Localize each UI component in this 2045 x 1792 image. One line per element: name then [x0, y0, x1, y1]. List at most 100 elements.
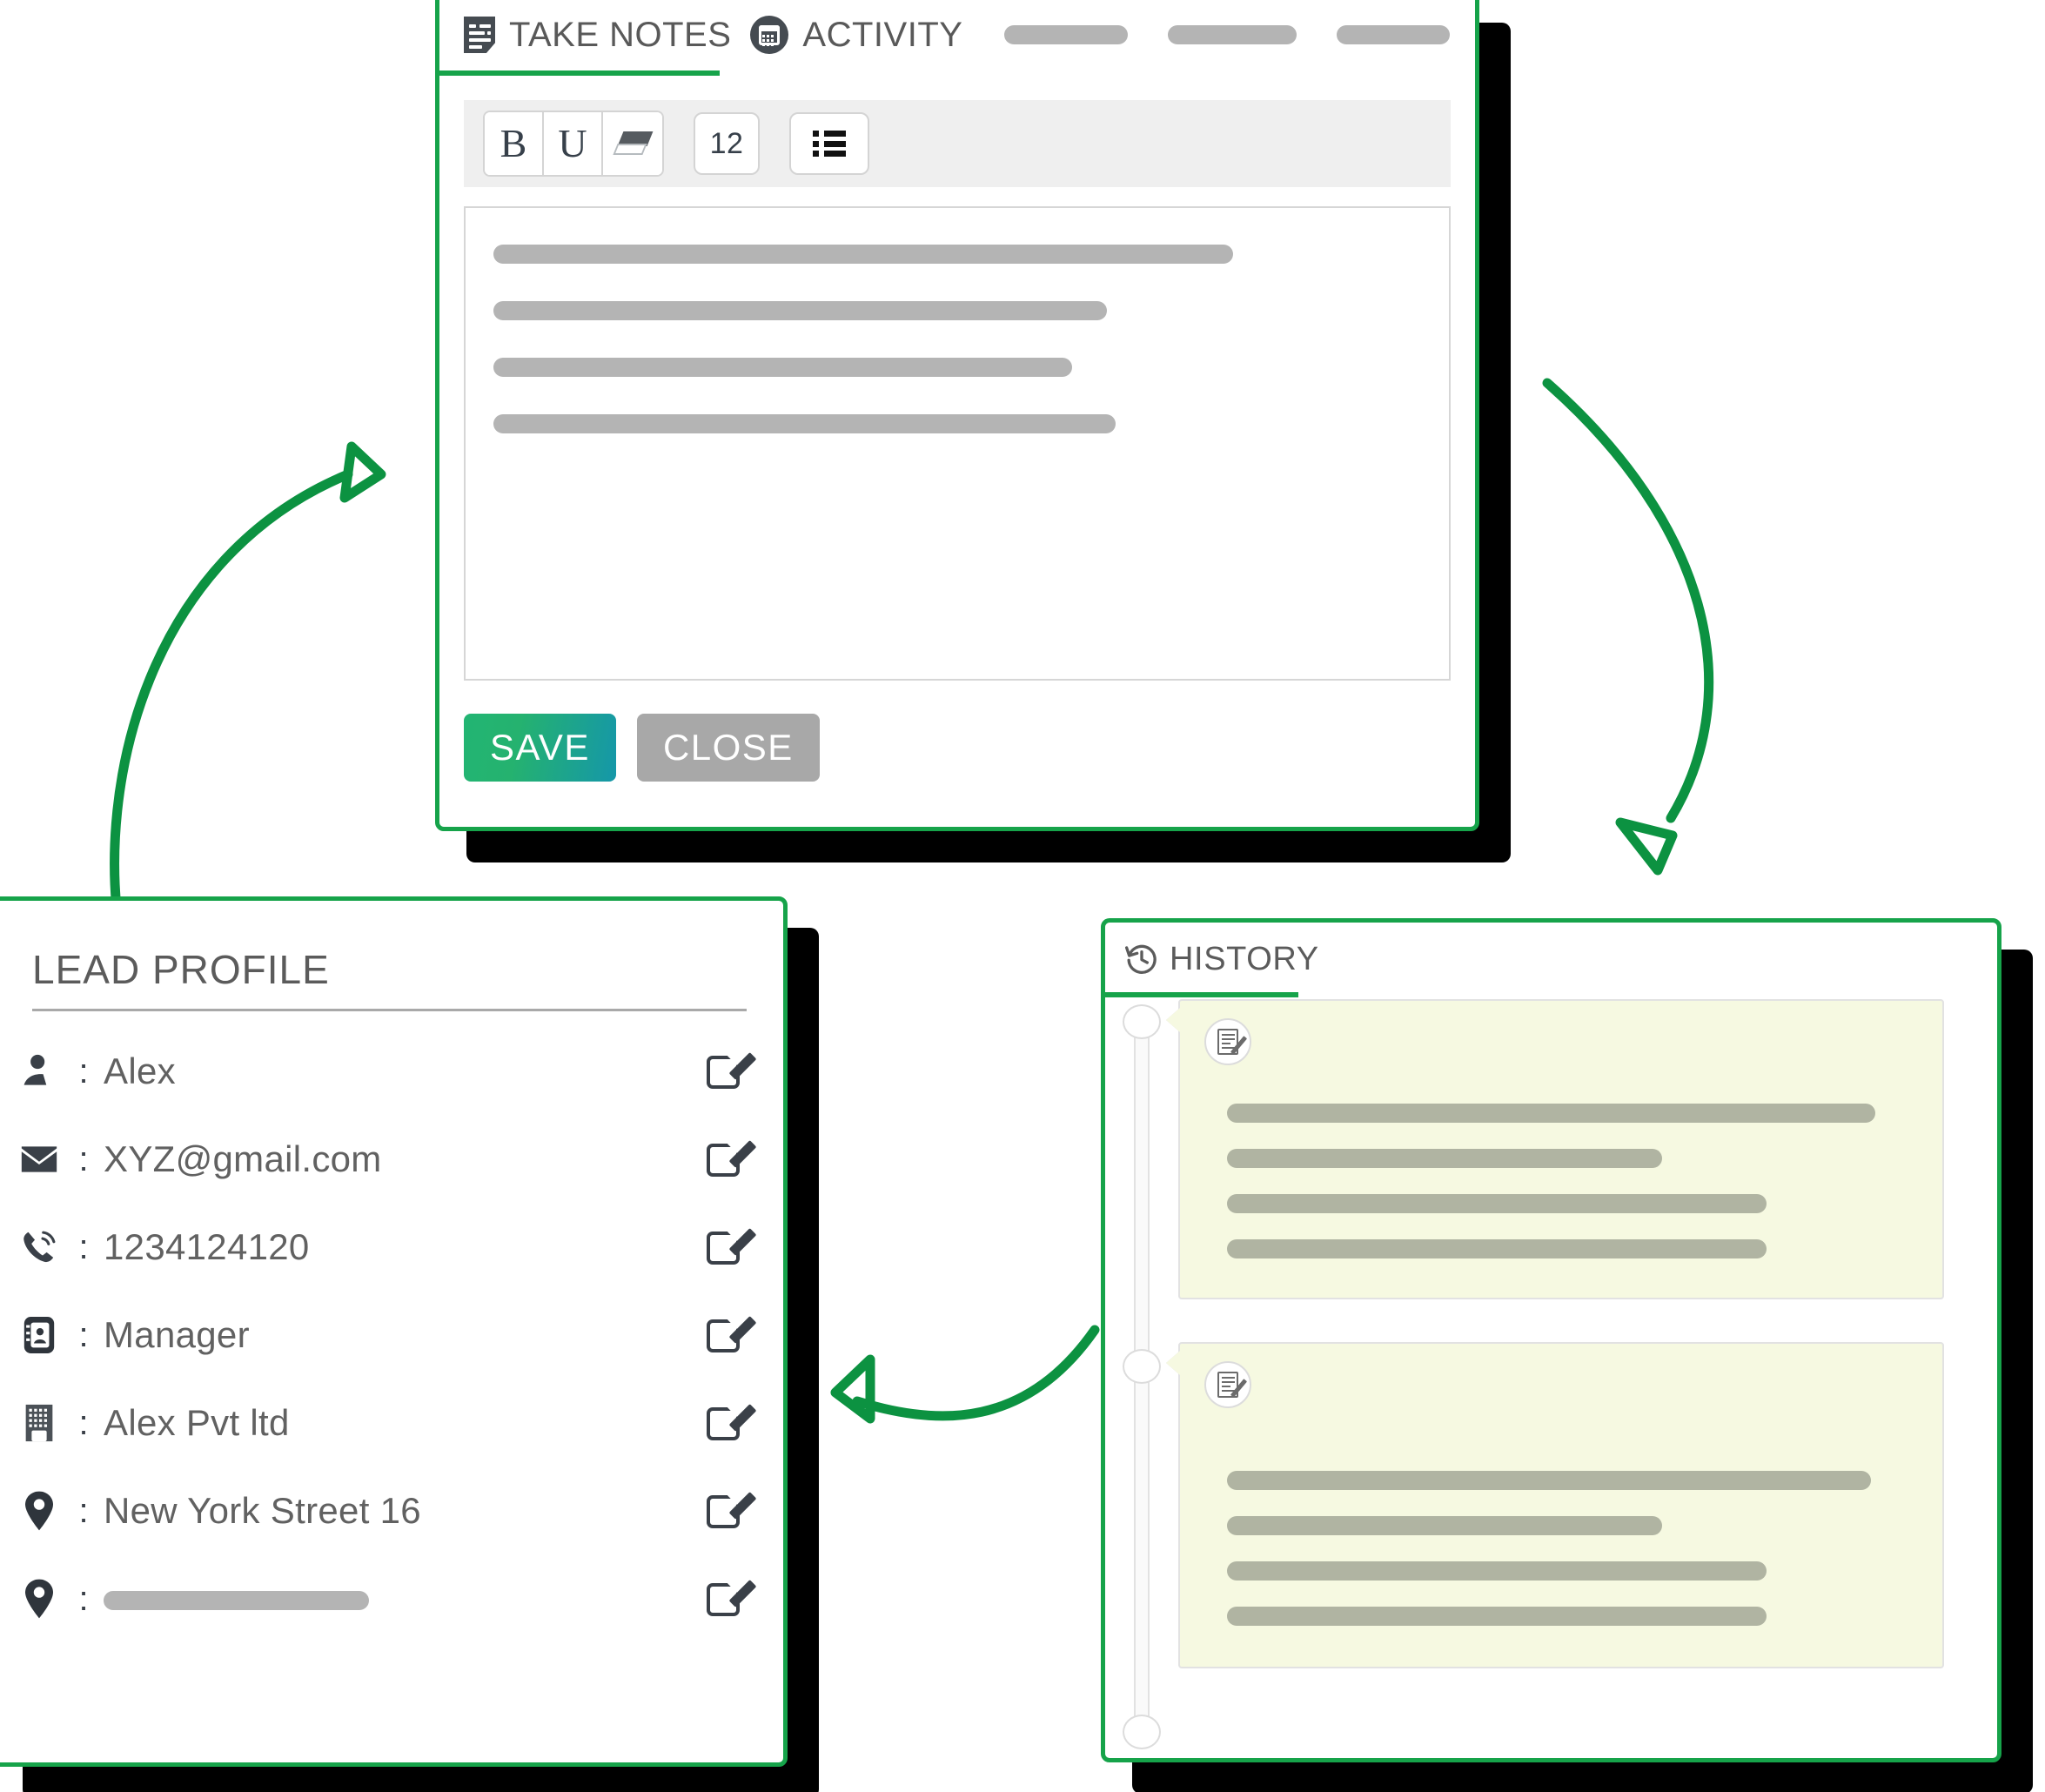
edit-icon[interactable]: [707, 1397, 757, 1443]
take-notes-panel: TAKE NOTES ACTIVITY B U 12 SAVE CLOSE: [435, 0, 1479, 831]
bold-label: B: [500, 121, 527, 165]
timeline-marker: [1123, 1715, 1161, 1749]
contact-card-icon: [15, 1315, 64, 1355]
history-tabbar: HISTORY: [1105, 923, 1997, 997]
note-icon: [464, 17, 495, 53]
entry-placeholder-line: [1227, 1194, 1767, 1213]
lead-row-role: : Manager: [0, 1291, 783, 1379]
entry-placeholder-text: [1227, 1104, 1921, 1285]
diagram-canvas: TAKE NOTES ACTIVITY B U 12 SAVE CLOSE LE…: [0, 0, 2045, 1792]
lead-row-address-secondary: :: [0, 1554, 783, 1642]
arrow-notes-to-history: [1542, 378, 1714, 876]
entry-placeholder-line: [1227, 1561, 1767, 1581]
editor-placeholder-line: [493, 414, 1116, 433]
field-separator: :: [78, 1315, 89, 1354]
location-pin-icon: [15, 1578, 64, 1620]
lead-row-phone: : 1234124120: [0, 1203, 783, 1291]
font-size-value: 12: [709, 126, 744, 160]
card-pointer: [1166, 1008, 1180, 1032]
tab-activity-label: ACTIVITY: [802, 15, 963, 54]
edit-icon[interactable]: [707, 1485, 757, 1531]
calendar-icon: [750, 16, 789, 54]
clear-formatting-button[interactable]: [603, 112, 662, 175]
envelope-icon: [15, 1144, 64, 1175]
field-separator: :: [78, 1227, 89, 1266]
value-placeholder-bar: [104, 1591, 369, 1611]
history-timeline: [1123, 1001, 1161, 1749]
history-entry-card[interactable]: [1166, 1342, 1944, 1668]
bullet-list-icon: [813, 131, 846, 157]
lead-value-role: Manager: [104, 1313, 250, 1355]
entry-placeholder-line: [1227, 1516, 1662, 1535]
location-pin-icon: [15, 1490, 64, 1532]
entry-placeholder-line: [1227, 1607, 1767, 1626]
lead-row-address: : New York Street 16: [0, 1466, 783, 1554]
font-size-button[interactable]: 12: [694, 112, 760, 175]
ghost-tab-1: [1004, 25, 1129, 44]
timeline-marker: [1123, 1349, 1161, 1384]
note-edit-icon: [1204, 1018, 1251, 1065]
lead-value-company: Alex Pvt ltd: [104, 1401, 290, 1443]
underline-label: U: [558, 121, 587, 165]
ghost-tab-placeholders: [1004, 25, 1451, 44]
note-editor-area[interactable]: [464, 206, 1451, 681]
edit-icon[interactable]: [707, 1221, 757, 1267]
tab-history-label: HISTORY: [1170, 940, 1319, 977]
lead-row-name: : Alex: [0, 1027, 783, 1115]
field-separator: :: [78, 1579, 89, 1618]
person-icon: [15, 1051, 64, 1091]
field-separator: :: [78, 1491, 89, 1530]
entry-placeholder-line: [1227, 1104, 1875, 1123]
text-style-group: B U: [483, 111, 664, 177]
field-separator: :: [78, 1403, 89, 1442]
entry-placeholder-line: [1227, 1239, 1767, 1258]
tab-take-notes-label: TAKE NOTES: [509, 15, 732, 54]
formatting-toolbar: B U 12: [464, 100, 1451, 187]
editor-placeholder-line: [493, 358, 1072, 377]
underline-button[interactable]: U: [544, 112, 603, 175]
arrow-lead-to-notes: [110, 441, 386, 941]
lead-fields-list: : Alex : XYZ@gmail.com: 1234124120: Ma…: [0, 1027, 783, 1642]
history-entries: [1105, 996, 1997, 1758]
lead-value-email: XYZ@gmail.com: [104, 1138, 382, 1179]
note-actions: SAVE CLOSE: [464, 714, 1475, 782]
tab-take-notes[interactable]: TAKE NOTES: [464, 0, 750, 74]
note-edit-icon: [1204, 1361, 1251, 1408]
save-button[interactable]: SAVE: [464, 714, 616, 782]
edit-icon[interactable]: [707, 1045, 757, 1091]
title-divider: [32, 1009, 747, 1011]
close-button[interactable]: CLOSE: [636, 714, 820, 782]
ghost-tab-2: [1168, 25, 1297, 44]
active-tab-underline: [439, 70, 720, 76]
entry-placeholder-text: [1227, 1471, 1921, 1652]
building-icon: [15, 1403, 64, 1443]
eraser-icon: [613, 131, 654, 156]
field-separator: :: [78, 1051, 89, 1091]
tab-history[interactable]: HISTORY: [1124, 941, 1319, 978]
lead-row-company: : Alex Pvt ltd: [0, 1379, 783, 1466]
lead-value-name: Alex: [104, 1050, 176, 1091]
ghost-tab-3: [1337, 25, 1451, 44]
card-pointer: [1166, 1351, 1180, 1375]
editor-placeholder-line: [493, 245, 1233, 264]
field-separator: :: [78, 1139, 89, 1178]
tab-activity[interactable]: ACTIVITY: [750, 0, 982, 74]
history-panel: HISTORY: [1101, 918, 2001, 1762]
bold-button[interactable]: B: [485, 112, 544, 175]
lead-value-address-secondary: [104, 1578, 707, 1620]
history-entry-card[interactable]: [1166, 999, 1944, 1299]
lead-value-phone: 1234124120: [104, 1225, 310, 1267]
edit-icon[interactable]: [707, 1309, 757, 1355]
page-title: LEAD PROFILE: [32, 947, 330, 992]
entry-placeholder-line: [1227, 1149, 1662, 1168]
history-clock-icon: [1124, 942, 1159, 977]
lead-row-email: : XYZ@gmail.com: [0, 1115, 783, 1203]
lead-profile-panel: LEAD PROFILE : Alex: XYZ@gmail.com: 12…: [0, 896, 788, 1767]
edit-icon[interactable]: [707, 1133, 757, 1179]
timeline-marker: [1123, 1004, 1161, 1039]
phone-icon: [15, 1227, 64, 1267]
bullet-list-button[interactable]: [789, 112, 869, 175]
edit-icon[interactable]: [707, 1573, 757, 1619]
lead-value-address: New York Street 16: [104, 1489, 421, 1531]
notes-tabbar: TAKE NOTES ACTIVITY: [439, 0, 1475, 76]
